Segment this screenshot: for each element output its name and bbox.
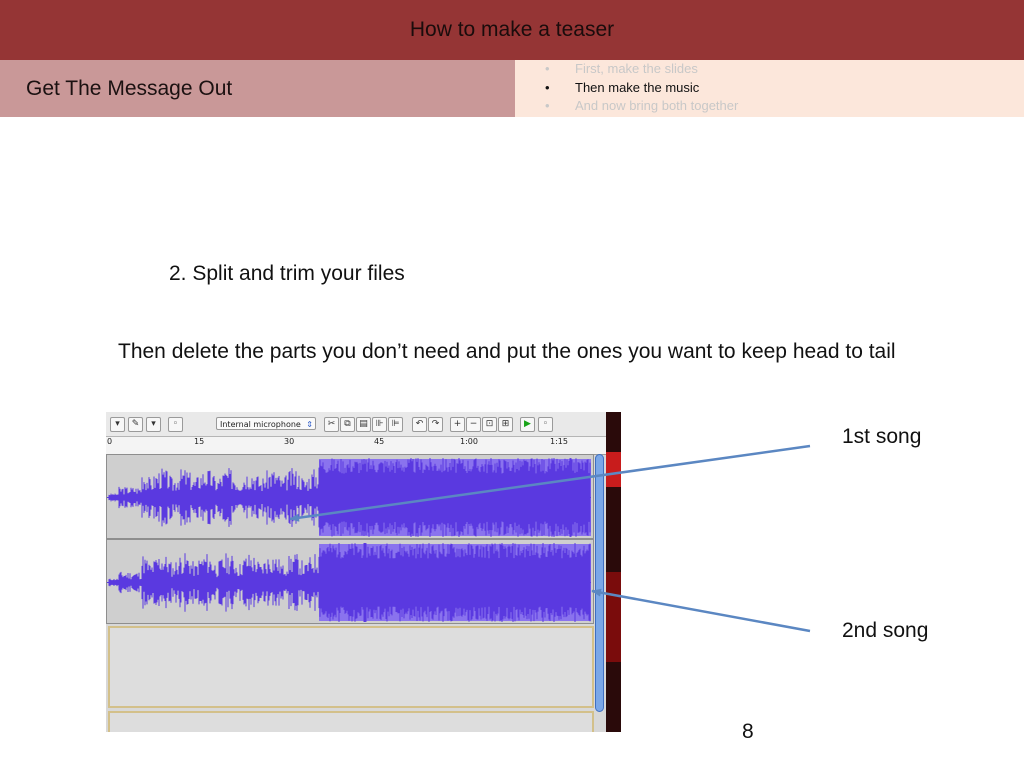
arrow-to-second-song	[591, 588, 811, 633]
page-number: 8	[742, 720, 754, 743]
label-first-song: 1st song	[842, 425, 922, 448]
callout-arrows	[289, 444, 811, 633]
label-second-song: 2nd song	[842, 619, 929, 642]
arrow-to-first-song	[289, 444, 811, 522]
